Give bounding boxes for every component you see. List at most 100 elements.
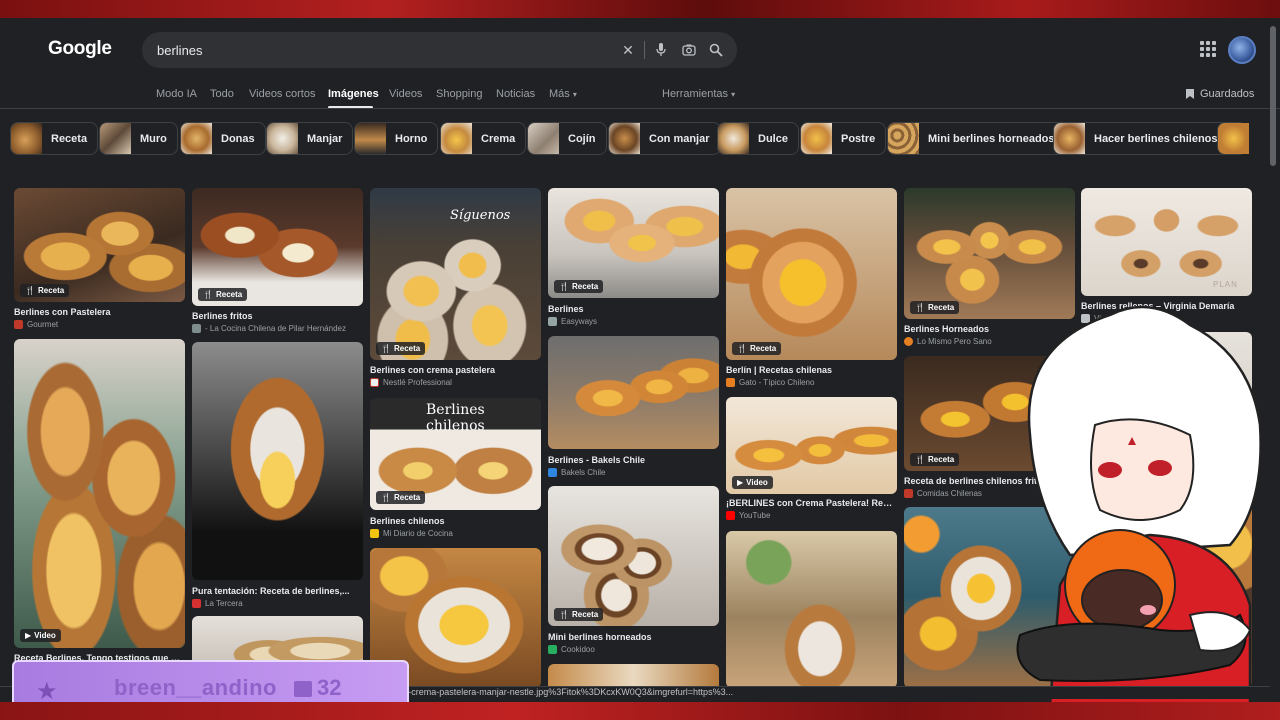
- page-scrollbar[interactable]: [1270, 26, 1276, 166]
- result-source[interactable]: Nestlé Professional: [370, 378, 541, 387]
- result-title[interactable]: Berlines fritos: [192, 311, 363, 321]
- fork-knife-icon: 🍴: [25, 286, 35, 295]
- tab-mas[interactable]: Más ▾: [549, 88, 577, 100]
- result-image: [548, 336, 719, 449]
- video-badge: ▶ Video: [20, 629, 61, 642]
- badge-label: Receta: [215, 290, 243, 299]
- chip-dulce[interactable]: Dulce: [717, 122, 799, 155]
- result-title[interactable]: Berlines: [548, 304, 719, 314]
- result-title[interactable]: Berlín | Recetas chilenas: [726, 365, 897, 375]
- recipe-badge: 🍴 Receta: [554, 608, 604, 621]
- source-label: Bakels Chile: [561, 468, 606, 477]
- result-title[interactable]: Pura tentación: Receta de berlines,...: [192, 586, 363, 596]
- chevron-down-icon: ▾: [731, 90, 736, 99]
- badge-label: Receta: [571, 282, 599, 291]
- fork-knife-icon: 🍴: [559, 610, 569, 619]
- chip-donas[interactable]: Donas: [180, 122, 266, 155]
- result-source[interactable]: YouTube: [726, 511, 897, 520]
- chip-horno[interactable]: Horno: [354, 122, 439, 155]
- chip-hacer-berlines-chilenos[interactable]: Hacer berlines chilenos: [1053, 122, 1229, 155]
- fork-knife-icon: 🍴: [203, 290, 213, 299]
- result-image: [726, 188, 897, 360]
- badge-label: Receta: [393, 344, 421, 353]
- header-divider: [0, 108, 1280, 109]
- source-label: Mi Diario de Cocina: [383, 529, 453, 538]
- subscriber-months: 32: [317, 675, 342, 700]
- search-input[interactable]: berlines: [157, 43, 203, 58]
- result-title[interactable]: Mini berlines horneados: [548, 632, 719, 642]
- tab-mas-label: Más: [549, 88, 570, 100]
- chip-label: Postre: [841, 132, 876, 145]
- chip-thumbnail: [718, 123, 749, 154]
- source-label: Lo Mismo Pero Sano: [917, 337, 992, 346]
- badge-label: Video: [34, 631, 56, 640]
- tools-button[interactable]: Herramientas ▾: [662, 88, 735, 100]
- saved-button[interactable]: Guardados: [1186, 88, 1254, 100]
- result-source[interactable]: Easyways: [548, 317, 719, 326]
- vtuber-character-overlay: [1016, 305, 1262, 705]
- chip-mini-berlines-horneados[interactable]: Mini berlines horneados: [887, 122, 1066, 155]
- source-favicon: [548, 645, 557, 654]
- chip-label: Crema: [481, 132, 516, 145]
- result-title[interactable]: Berlines - Bakels Chile: [548, 455, 719, 465]
- result-source[interactable]: Gourmet: [14, 320, 185, 329]
- microphone-icon[interactable]: [651, 40, 671, 60]
- tab-shopping[interactable]: Shopping: [436, 88, 483, 100]
- result-source[interactable]: Mi Diario de Cocina: [370, 529, 541, 538]
- tab-noticias[interactable]: Noticias: [496, 88, 535, 100]
- chip-thumbnail: [888, 123, 919, 154]
- result-source[interactable]: La Tercera: [192, 599, 363, 608]
- chip-thumbnail: [11, 123, 42, 154]
- google-logo[interactable]: Google: [48, 38, 112, 60]
- result-title[interactable]: Berlines con Pastelera: [14, 307, 185, 317]
- source-favicon: [370, 378, 379, 387]
- chevron-down-icon: ▾: [572, 90, 577, 99]
- result-title[interactable]: ¡BERLINES con Crema Pastelera! Receta...: [726, 498, 897, 508]
- result-source[interactable]: - La Cocina Chilena de Pilar Hernández: [192, 324, 363, 333]
- result-source[interactable]: Bakels Chile: [548, 468, 719, 477]
- account-avatar[interactable]: [1228, 36, 1256, 64]
- tab-todo[interactable]: Todo: [210, 88, 234, 100]
- source-favicon: [14, 320, 23, 329]
- source-favicon: [548, 468, 557, 477]
- fork-knife-icon: 🍴: [915, 303, 925, 312]
- search-icon[interactable]: [706, 40, 726, 60]
- result-source[interactable]: Gato - Típico Chileno: [726, 378, 897, 387]
- source-label: La Tercera: [205, 599, 243, 608]
- chip-crema[interactable]: Crema: [440, 122, 527, 155]
- chip-muro[interactable]: Muro: [99, 122, 178, 155]
- clear-icon[interactable]: ✕: [618, 40, 638, 60]
- source-label: Nestlé Professional: [383, 378, 452, 387]
- google-apps-icon[interactable]: [1200, 41, 1216, 57]
- chip-receta[interactable]: Receta: [10, 122, 99, 155]
- badge-label: Receta: [571, 610, 599, 619]
- refinement-chips: Receta Muro Donas Manjar Horno Crema Coj…: [10, 122, 1270, 156]
- badge-label: Receta: [927, 303, 955, 312]
- tab-imagenes[interactable]: Imágenes: [328, 88, 379, 100]
- source-label: Comidas Chilenas: [917, 489, 982, 498]
- chip-manjar[interactable]: Manjar: [266, 122, 354, 155]
- source-label: - La Cocina Chilena de Pilar Hernández: [205, 324, 346, 333]
- result-source[interactable]: Cookidoo: [548, 645, 719, 654]
- search-bar[interactable]: berlines ✕: [142, 32, 737, 68]
- chip-label: Cojín: [568, 132, 596, 145]
- chip-cojin[interactable]: Cojín: [527, 122, 607, 155]
- chip-postre[interactable]: Postre: [800, 122, 887, 155]
- tab-videos[interactable]: Videos: [389, 88, 422, 100]
- lens-camera-icon[interactable]: [679, 40, 699, 60]
- chip-label: Donas: [221, 132, 255, 145]
- source-label: Gourmet: [27, 320, 59, 329]
- chip-thumbnail: [1054, 123, 1085, 154]
- tab-modo-ia[interactable]: Modo IA: [156, 88, 197, 100]
- chip-con-manjar[interactable]: Con manjar: [608, 122, 721, 155]
- chip-more[interactable]: [1217, 122, 1249, 155]
- badge-label: Receta: [749, 344, 777, 353]
- tab-videos-cortos[interactable]: Videos cortos: [249, 88, 315, 100]
- result-image: [548, 486, 719, 626]
- chip-label: Mini berlines horneados: [928, 132, 1055, 145]
- source-label: Easyways: [561, 317, 598, 326]
- badge-label: Video: [746, 478, 768, 487]
- result-title[interactable]: Berlines chilenos: [370, 516, 541, 526]
- result-title[interactable]: Berlines con crema pastelera: [370, 365, 541, 375]
- chip-thumbnail: [181, 123, 212, 154]
